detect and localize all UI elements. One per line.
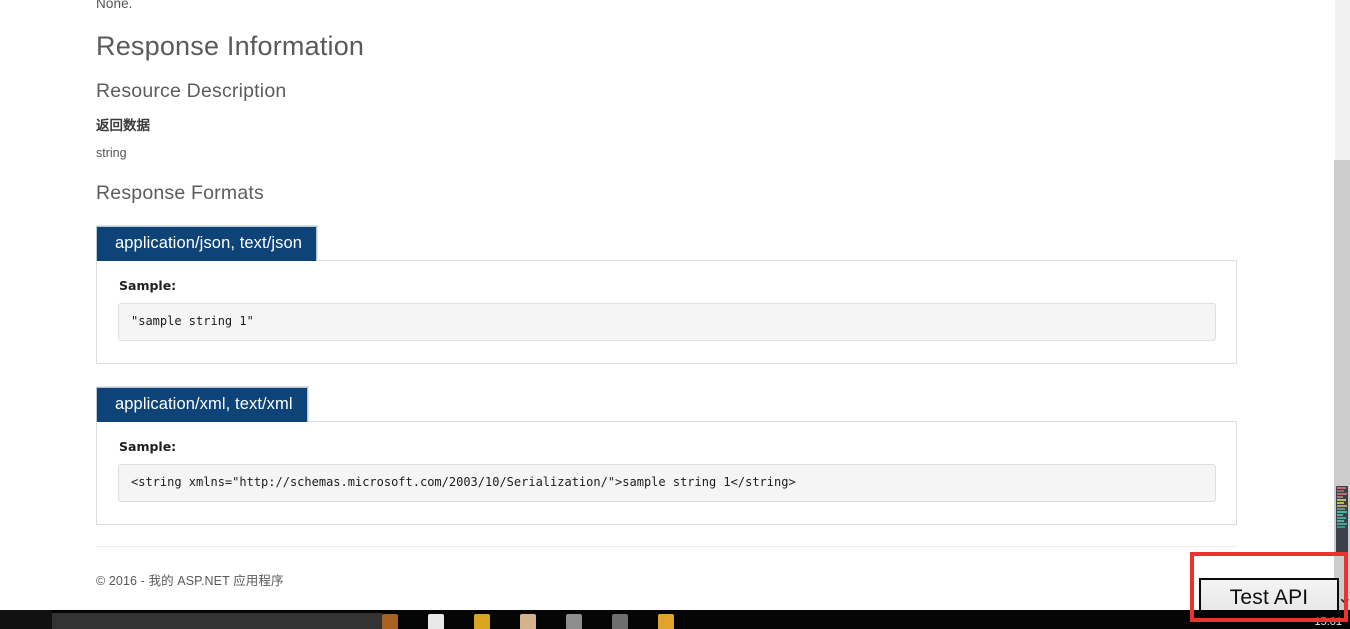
footer-copyright: © 2016 - 我的 ASP.NET 应用程序 (96, 570, 284, 589)
format-body-json: Sample: "sample string 1" (96, 260, 1237, 364)
taskbar-window-strip[interactable] (52, 613, 382, 629)
page-title: Response Information (96, 30, 364, 62)
sample-code-xml: <string xmlns="http://schemas.microsoft.… (118, 464, 1216, 502)
format-block-xml: application/xml, text/xml Sample: <strin… (96, 387, 1237, 525)
response-type-name: string (96, 146, 127, 160)
format-block-json: application/json, text/json Sample: "sam… (96, 226, 1237, 364)
format-body-xml: Sample: <string xmlns="http://schemas.mi… (96, 421, 1237, 525)
taskbar-icon-group (382, 610, 674, 629)
taskbar-icon-7[interactable] (658, 614, 674, 629)
taskbar-icon-3[interactable] (474, 614, 490, 629)
taskbar: 15:01 (0, 610, 1350, 629)
taskbar-icon-4[interactable] (520, 614, 536, 629)
resource-description-text: 返回数据 (96, 114, 150, 134)
taskbar-icon-5[interactable] (566, 614, 582, 629)
taskbar-icon-1[interactable] (382, 614, 398, 629)
format-content-type-json: application/json, text/json (96, 226, 317, 261)
scrollbar-thumb[interactable] (1336, 486, 1348, 554)
test-api-label: Test API (1230, 586, 1309, 610)
footer-divider (96, 546, 1237, 547)
resource-description-heading: Resource Description (96, 80, 286, 103)
sample-code-json: "sample string 1" (118, 303, 1216, 341)
taskbar-icon-6[interactable] (612, 614, 628, 629)
chevron-down-icon: ⌄ (1337, 588, 1350, 607)
none-text: None. (96, 0, 133, 11)
response-formats-heading: Response Formats (96, 182, 264, 205)
sample-label-xml: Sample: (119, 440, 1216, 454)
taskbar-clock: 15:01 (1314, 617, 1342, 628)
format-content-type-xml: application/xml, text/xml (96, 387, 308, 422)
taskbar-icon-2[interactable] (428, 614, 444, 629)
taskbar-start-button[interactable] (0, 610, 52, 629)
sample-label-json: Sample: (119, 279, 1216, 293)
screen-root: None. Response Information Resource Desc… (0, 0, 1350, 629)
browser-viewport: None. Response Information Resource Desc… (0, 0, 1334, 610)
